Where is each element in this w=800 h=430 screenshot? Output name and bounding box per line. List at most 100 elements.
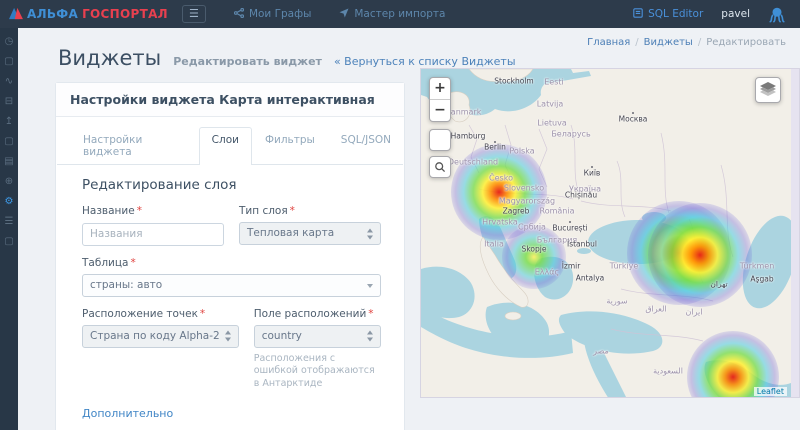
- map-label: Ελλάς: [535, 268, 560, 277]
- map-label: تهران: [710, 280, 727, 289]
- octopus-avatar-icon[interactable]: [768, 5, 786, 23]
- required-mark: *: [130, 257, 135, 269]
- layer-type-select[interactable]: Тепловая карта: [239, 222, 381, 245]
- map-label: Italia: [484, 240, 504, 249]
- map-label: Lietuva: [537, 119, 566, 128]
- tab-layers[interactable]: Слои: [199, 127, 252, 165]
- required-mark: *: [290, 205, 295, 217]
- map-label: București: [552, 224, 587, 233]
- page-title: Виджеты: [58, 46, 161, 70]
- breadcrumb-item[interactable]: Виджеты: [644, 37, 693, 48]
- section-title: Редактирование слоя: [82, 177, 381, 193]
- map-label: Deutschland: [448, 158, 498, 167]
- tab-bar: Настройки виджетаСлоиФильтрыSQL/JSON: [56, 117, 404, 164]
- nav-import-master-label: Мастер импорта: [354, 8, 445, 20]
- card-heading: Настройки виджета Карта интерактивная: [56, 83, 404, 117]
- name-input[interactable]: [82, 223, 224, 246]
- nav-import-master[interactable]: Мастер импорта: [339, 8, 445, 21]
- top-navbar: АЛЬФА ГОСПОРТАЛ ☰ Мои Графы Мастер импор…: [0, 0, 800, 28]
- sidebar-documents-icon[interactable]: ▢: [4, 136, 13, 148]
- sidebar: ◷ ▢ ∿ ⊟ ↥ ▢ ▤ ⊕ ⚙ ☰ ▢: [0, 28, 18, 430]
- nav-sql-editor-label: SQL Editor: [648, 8, 703, 20]
- map-label: السعودية: [653, 367, 683, 376]
- map-label: Stockholm: [494, 77, 534, 86]
- points-location-select[interactable]: Страна по коду Alpha-2: [82, 325, 239, 348]
- map-labels: Stockholm Eesti Latvija Lietuva Москва Белару…: [421, 69, 791, 398]
- map-label: Беларусь: [551, 130, 590, 139]
- additional-link[interactable]: Дополнительно: [82, 407, 173, 420]
- app-logo[interactable]: АЛЬФА ГОСПОРТАЛ: [8, 5, 168, 24]
- logo-text-gosportal: ГОСПОРТАЛ: [82, 7, 168, 21]
- map-label: Chișinău: [565, 191, 597, 200]
- sidebar-import-icon[interactable]: ↥: [5, 116, 13, 128]
- map-label: Antalya: [576, 274, 605, 283]
- map-label: Hamburg: [451, 132, 486, 141]
- map-label: Magyarország: [499, 197, 555, 206]
- field-name: Название*: [82, 205, 224, 246]
- logo-text-alpha: АЛЬФА: [27, 7, 78, 21]
- nav-my-graphs[interactable]: Мои Графы: [234, 8, 311, 21]
- field-table: Таблица* страны: авто: [82, 257, 381, 297]
- map-layers-button[interactable]: [755, 77, 781, 103]
- map-label: Latvija: [537, 100, 564, 109]
- sidebar-graphs-icon[interactable]: ∿: [5, 76, 13, 88]
- interactive-map[interactable]: Stockholm Eesti Latvija Lietuva Москва Белару…: [420, 68, 800, 398]
- field-location-field: Поле расположений* country Расположения …: [254, 308, 381, 391]
- location-field-select[interactable]: country: [254, 325, 381, 348]
- sidebar-files-icon[interactable]: ▢: [4, 236, 13, 248]
- map-label: Skopje: [522, 245, 547, 254]
- layers-icon: [760, 81, 776, 100]
- widget-settings-card: Настройки виджета Карта интерактивная На…: [55, 82, 405, 430]
- caret-down-icon: [367, 284, 373, 288]
- nav-sql-editor[interactable]: SQL Editor: [633, 8, 703, 21]
- table-select[interactable]: страны: авто: [82, 274, 381, 297]
- field-points-location: Расположение точек* Страна по коду Alpha…: [82, 308, 239, 391]
- main-content: Главная/Виджеты/Редактировать Виджеты Ре…: [18, 28, 800, 430]
- tab-filters[interactable]: Фильтры: [252, 127, 328, 165]
- required-mark: *: [368, 308, 373, 320]
- stepper-icon: [367, 331, 374, 342]
- graph-nodes-icon: [234, 8, 244, 21]
- page-subtitle: Редактировать виджет: [173, 55, 322, 68]
- magnifier-icon: [434, 158, 446, 177]
- map-label: Zagreb: [503, 207, 530, 216]
- tab-sql-json[interactable]: SQL/JSON: [328, 127, 404, 165]
- map-label: Київ: [584, 169, 601, 178]
- paper-plane-icon: [339, 8, 349, 21]
- stepper-icon: [225, 331, 232, 342]
- map-label: Eesti: [544, 78, 564, 87]
- map-label: Москва: [619, 115, 648, 124]
- username-label[interactable]: pavel: [721, 8, 750, 20]
- zoom-out-button[interactable]: −: [430, 100, 450, 121]
- map-attribution-link[interactable]: Leaflet: [754, 387, 787, 396]
- map-label: Србија: [518, 223, 546, 232]
- logo-triangle-icon: [8, 5, 23, 24]
- menu-toggle-button[interactable]: ☰: [182, 5, 206, 23]
- zoom-in-button[interactable]: +: [430, 78, 450, 99]
- hamburger-icon: ☰: [189, 7, 199, 20]
- name-label: Название*: [82, 205, 224, 217]
- map-label: България: [537, 236, 577, 245]
- map-label: مصر: [593, 347, 609, 356]
- field-layer-type: Тип слоя* Тепловая карта: [239, 205, 381, 246]
- sidebar-list-icon[interactable]: ☰: [5, 216, 14, 228]
- map-search-button[interactable]: [429, 156, 451, 178]
- sidebar-dashboard-icon[interactable]: ◷: [5, 36, 14, 48]
- sql-editor-icon: [633, 8, 643, 21]
- sidebar-reports-icon[interactable]: ▤: [4, 156, 13, 168]
- location-helper-text: Расположения с ошибкой отображаются в Ан…: [254, 353, 381, 391]
- points-location-label: Расположение точек*: [82, 308, 239, 320]
- sidebar-database-icon[interactable]: ⊟: [5, 96, 13, 108]
- breadcrumb-item: Редактировать: [706, 37, 786, 48]
- sidebar-pages-icon[interactable]: ▢: [4, 56, 13, 68]
- sidebar-cluster-icon[interactable]: ⊕: [5, 176, 13, 188]
- tab-widget-settings[interactable]: Настройки виджета: [70, 127, 199, 165]
- breadcrumb-item[interactable]: Главная: [587, 37, 630, 48]
- nav-my-graphs-label: Мои Графы: [249, 8, 311, 20]
- sidebar-widgets-icon[interactable]: ⚙: [5, 196, 14, 208]
- map-fullscreen-button[interactable]: [429, 129, 451, 151]
- map-label: ايران: [686, 308, 703, 317]
- back-to-widgets-link[interactable]: « Вернуться к списку Виджеты: [334, 55, 516, 68]
- breadcrumb-separator: /: [635, 37, 638, 48]
- map-label: Polska: [509, 147, 534, 156]
